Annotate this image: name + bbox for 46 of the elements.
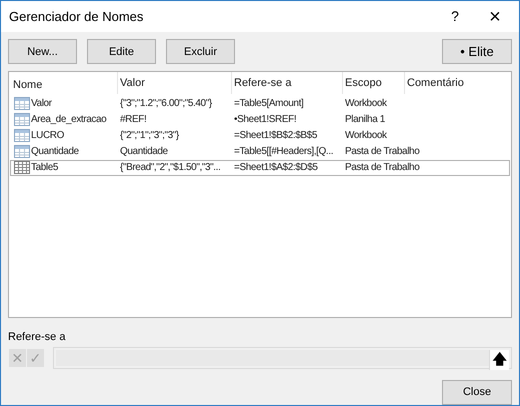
table-cell-text: {"3";"1.2";"6.00";"5.40"} <box>120 97 212 112</box>
column-header[interactable]: Valor <box>117 72 231 94</box>
close-dialog-button[interactable]: Close <box>442 380 512 405</box>
table-cell-text: Planilha 1 <box>345 113 385 128</box>
filter-button[interactable]: • Elite <box>442 39 512 64</box>
name-row[interactable]: LUCRO {"2";"1";"3";"3"} =Sheet1!$B$2:$B$5 Workbook <box>10 128 510 144</box>
table-cell-text: Pasta de Trabalho <box>345 145 420 160</box>
column-header[interactable]: Nome <box>9 77 117 94</box>
name-row[interactable]: Valor {"3";"1.2";"6.00";"5.40"} =Table5[Amount] Workbook <box>10 96 510 112</box>
table-cell-text: {"Bread","2","$1.50","3"... <box>120 161 220 176</box>
toolbar-button[interactable]: New... <box>8 39 77 64</box>
refers-to-field[interactable]: 🡅 <box>53 347 512 369</box>
range-icon <box>14 97 30 110</box>
table-cell-text: Pasta de Trabalho <box>345 161 420 176</box>
range-icon <box>14 129 30 142</box>
window-title: Gerenciador de Nomes <box>9 8 144 26</box>
table-icon <box>14 161 30 174</box>
table-cell-text: Valor <box>31 97 52 112</box>
table-cell-text: =Table5[[#Headers],[Q... <box>234 145 334 160</box>
table-cell-text: {"2";"1";"3";"3"} <box>120 129 179 144</box>
table-cell-text: Quantidade <box>31 145 79 160</box>
table-cell-text: LUCRO <box>31 129 64 144</box>
table-cell-text: =Table5[Amount] <box>234 97 304 112</box>
column-header[interactable]: Refere-se a <box>231 72 342 94</box>
table-cell-text: #REF! <box>120 113 146 128</box>
name-row[interactable]: Area_de_extracao #REF! •Sheet1!SREF! Planilha 1 <box>10 112 510 128</box>
refers-to-label: Refere-se a <box>8 330 66 344</box>
table-cell-text: Table5 <box>31 161 58 176</box>
name-row[interactable]: Table5 {"Bread","2","$1.50","3"... =Sheet1!$A$2:$D$5 Pasta de Trabalho <box>10 160 510 176</box>
toolbar-button[interactable]: Excluir <box>166 39 235 64</box>
range-icon <box>14 145 30 158</box>
column-header[interactable]: Escopo <box>342 72 404 94</box>
table-cell-text: •Sheet1!SREF! <box>234 113 296 128</box>
table-cell-text: Workbook <box>345 129 387 144</box>
table-cell-text: Workbook <box>345 97 387 112</box>
close-button[interactable]: × <box>475 2 515 30</box>
table-cell-text: =Sheet1!$B$2:$B$5 <box>234 129 317 144</box>
range-icon <box>14 113 30 126</box>
help-button[interactable]: ? <box>435 2 475 30</box>
toolbar-button[interactable]: Edite <box>87 39 156 64</box>
table-cell-text: Quantidade <box>120 145 168 160</box>
column-header[interactable]: Comentário <box>404 72 504 94</box>
table-cell-text: Area_de_extracao <box>31 113 106 128</box>
name-row[interactable]: Quantidade Quantidade =Table5[[#Headers],[Q... Pasta de Trabalho <box>10 144 510 160</box>
table-cell-text: =Sheet1!$A$2:$D$5 <box>234 161 318 176</box>
collapse-button[interactable]: 🡅 <box>489 350 509 370</box>
